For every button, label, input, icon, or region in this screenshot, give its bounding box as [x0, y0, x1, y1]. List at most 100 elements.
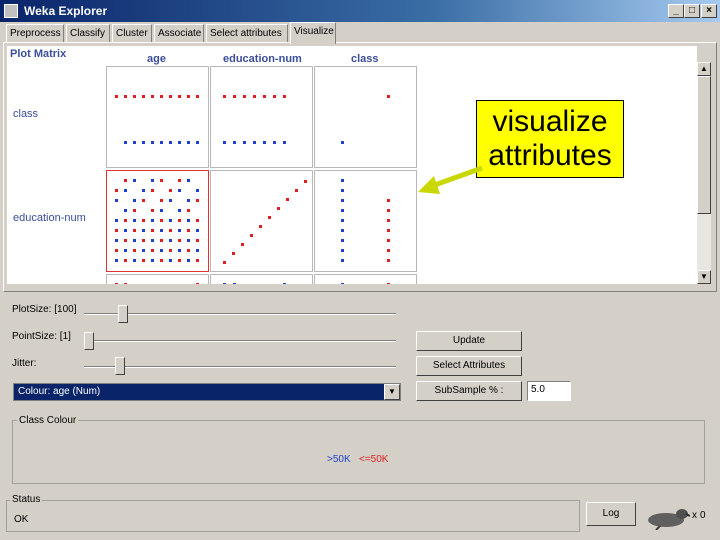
scatter-point: [187, 229, 190, 232]
scatter-point: [124, 219, 127, 222]
status-group: [6, 500, 580, 532]
jitter-slider-track[interactable]: [84, 366, 396, 368]
scatter-point: [268, 216, 271, 219]
tab-select-attributes[interactable]: Select attributes: [206, 24, 288, 42]
scatter-point: [160, 239, 163, 242]
scatter-point: [295, 189, 298, 192]
scatter-point: [196, 239, 199, 242]
status-count: 0: [700, 510, 706, 521]
tab-cluster[interactable]: Cluster: [112, 24, 152, 42]
plot-cell-class-class[interactable]: [314, 66, 417, 168]
scatter-point: [341, 239, 344, 242]
plot-cell-class-row3[interactable]: [314, 274, 417, 284]
scatter-point: [259, 225, 262, 228]
scatter-point: [169, 141, 172, 144]
app-icon: [4, 4, 18, 18]
maximize-button[interactable]: □: [684, 4, 700, 18]
callout-line-2: attributes: [488, 139, 612, 172]
plot-cell-education-num-class[interactable]: [210, 66, 313, 168]
scatter-point: [178, 259, 181, 262]
scatter-point: [187, 259, 190, 262]
scatter-point: [115, 259, 118, 262]
minimize-button[interactable]: _: [668, 4, 684, 18]
class-colour-group: [12, 420, 705, 484]
scatter-point: [283, 283, 286, 284]
scatter-point: [187, 249, 190, 252]
tab-classify[interactable]: Classify: [66, 24, 110, 42]
scatter-point: [243, 141, 246, 144]
scatter-point: [341, 219, 344, 222]
scatter-point: [142, 229, 145, 232]
plot-cell-age-row3[interactable]: [106, 274, 209, 284]
scatter-point: [124, 209, 127, 212]
plotsize-slider-thumb[interactable]: [118, 305, 128, 323]
scatter-point: [387, 199, 390, 202]
plot-vertical-scrollbar[interactable]: ▲ ▼: [697, 62, 711, 284]
scatter-point: [169, 229, 172, 232]
jitter-slider-thumb[interactable]: [115, 357, 125, 375]
plot-cell-age-education-num[interactable]: [106, 170, 209, 272]
pointsize-slider-track[interactable]: [84, 340, 396, 342]
scatter-point: [124, 141, 127, 144]
scatter-point: [387, 283, 390, 284]
close-button[interactable]: ×: [701, 4, 717, 18]
scatter-point: [178, 239, 181, 242]
row-label-education-num: education-num: [13, 212, 86, 224]
scatter-point: [160, 209, 163, 212]
plot-cell-education-num-education-num[interactable]: [210, 170, 313, 272]
class-colour-title: Class Colour: [17, 415, 79, 426]
plot-cell-age-class[interactable]: [106, 66, 209, 168]
scatter-point: [160, 259, 163, 262]
subsample-button[interactable]: SubSample % :: [416, 381, 522, 401]
scatter-point: [263, 141, 266, 144]
plotsize-slider-track[interactable]: [84, 313, 396, 315]
scatter-point: [151, 229, 154, 232]
tab-preprocess[interactable]: Preprocess: [6, 24, 64, 42]
scatter-point: [387, 209, 390, 212]
status-text: OK: [14, 514, 29, 525]
log-button[interactable]: Log: [586, 502, 636, 526]
subsample-input[interactable]: 5.0: [527, 381, 571, 401]
scatter-point: [253, 141, 256, 144]
scatter-point: [263, 95, 266, 98]
scatter-point: [187, 141, 190, 144]
scatter-point: [151, 179, 154, 182]
scatter-point: [151, 189, 154, 192]
scatter-point: [124, 229, 127, 232]
scatter-point: [115, 283, 118, 284]
scroll-down-icon[interactable]: ▼: [697, 270, 711, 284]
scatter-point: [196, 219, 199, 222]
scatter-point: [142, 141, 145, 144]
tab-visualize[interactable]: Visualize: [290, 22, 336, 44]
plot-cell-education-num-row3[interactable]: [210, 274, 313, 284]
select-attributes-button[interactable]: Select Attributes: [416, 356, 522, 376]
scroll-up-icon[interactable]: ▲: [697, 62, 711, 76]
scatter-point: [169, 189, 172, 192]
callout-note: visualize attributes: [476, 100, 624, 178]
tab-associate[interactable]: Associate: [154, 24, 204, 42]
scatter-point: [151, 249, 154, 252]
update-button[interactable]: Update: [416, 331, 522, 351]
scatter-point: [273, 95, 276, 98]
scatter-point: [196, 141, 199, 144]
scatter-point: [133, 179, 136, 182]
scatter-point: [341, 179, 344, 182]
pointsize-label: PointSize: [1]: [12, 331, 71, 342]
class-colour-entry-gt50k[interactable]: >50K: [327, 454, 351, 465]
colour-select[interactable]: Colour: age (Num): [13, 383, 401, 401]
plot-cell-class-education-num[interactable]: [314, 170, 417, 272]
scatter-point: [169, 239, 172, 242]
plot-matrix-title: Plot Matrix: [10, 48, 67, 60]
scatter-point: [115, 219, 118, 222]
scatter-point: [387, 229, 390, 232]
class-colour-entry-le50k[interactable]: <=50K: [359, 454, 388, 465]
scatter-point: [142, 239, 145, 242]
scatter-point: [142, 189, 145, 192]
scatter-point: [341, 199, 344, 202]
scatter-point: [151, 259, 154, 262]
pointsize-slider-thumb[interactable]: [84, 332, 94, 350]
chevron-down-icon[interactable]: ▼: [384, 384, 400, 400]
scatter-point: [133, 95, 136, 98]
scatter-point: [187, 219, 190, 222]
scroll-thumb[interactable]: [697, 76, 711, 214]
